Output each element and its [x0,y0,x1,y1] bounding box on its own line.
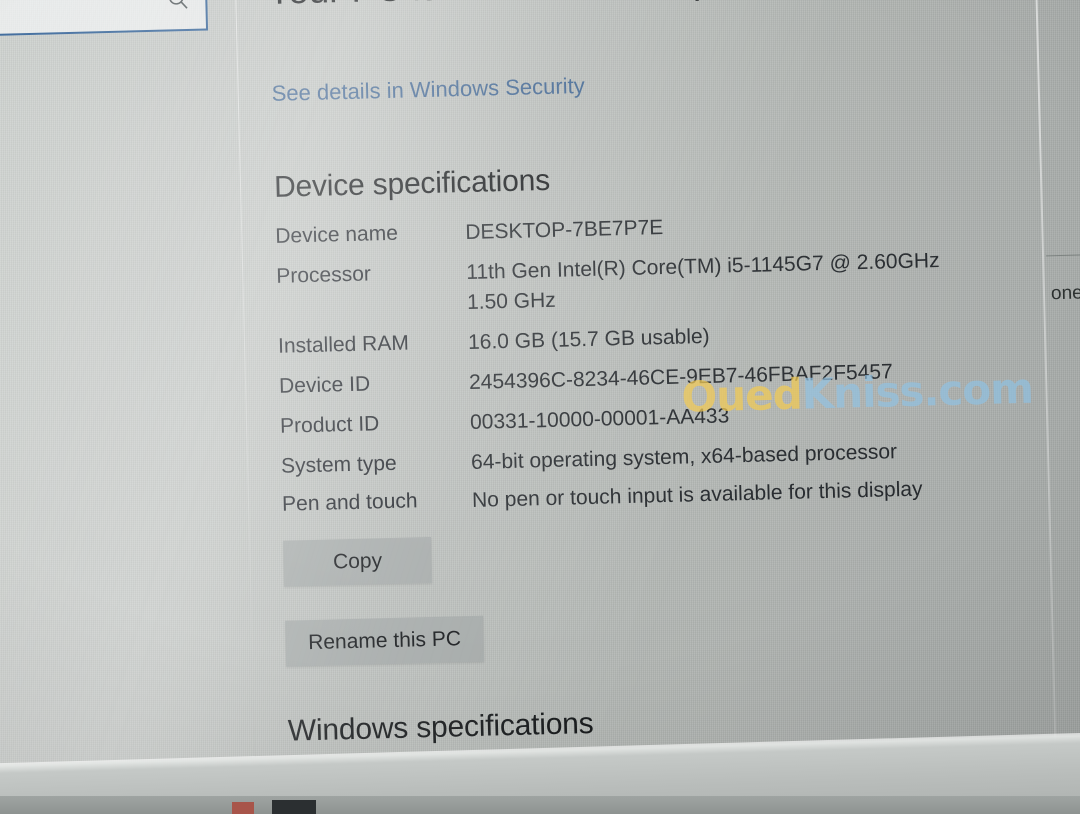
spec-row-edition: Edition Windows 10 Pro [287,753,1048,802]
settings-search-box[interactable] [0,0,209,38]
security-headline: Your PC is monitored and protected. [267,0,856,13]
spec-label: Product ID [279,412,380,438]
spec-value: No pen or touch input is available for t… [471,477,923,512]
spec-label: System type [280,451,397,478]
rename-this-pc-button[interactable]: Rename this PC [285,615,485,667]
nav-separator [234,0,258,814]
spec-value: 11th Gen Intel(R) Core(TM) i5-1145G7 @ 2… [466,249,940,285]
copy-button[interactable]: Copy [283,536,433,587]
spec-value: 2454396C-8234-46CE-9EB7-46FBAF2F5457 [468,360,893,394]
spec-row-product-id: Product ID 00331-10000-00001-AA433 [278,396,1039,445]
spec-row-device-name: Device name DESKTOP-7BE7P7E [273,206,1034,255]
spec-value-line2: 1.50 GHz [466,288,557,315]
windows-security-link[interactable]: See details in Windows Security [271,73,585,107]
spec-label: Processor [276,262,372,288]
spec-label: Edition [288,771,354,796]
spec-value: Windows 10 Pro [462,765,617,793]
device-specifications-title: Device specifications [273,163,551,204]
spec-value: 64-bit operating system, x64-based proce… [470,440,898,474]
spec-value: DESKTOP-7BE7P7E [464,216,664,245]
windows-specifications-title: Windows specifications [287,706,594,748]
spec-value: 16.0 GB (15.7 GB usable) [467,324,710,354]
right-panel-divider [1046,252,1080,257]
photographed-screen: ns ones Your PC is monitored and protect… [0,0,1080,814]
spec-row-processor: Processor 11th Gen Intel(R) Core(TM) i5-… [274,246,1035,314]
spec-label: Installed RAM [277,331,410,358]
search-icon [165,0,192,14]
spec-value: 00331-10000-00001-AA433 [469,404,730,434]
settings-window: ns ones Your PC is monitored and protect… [0,0,1080,814]
spec-label: Device name [275,221,399,248]
spec-row-installed-ram: Installed RAM 16.0 GB (15.7 GB usable) [276,316,1037,365]
related-link-fragment-right[interactable]: ones [1051,282,1080,305]
spec-label: Device ID [278,372,371,398]
spec-label: Pen and touch [281,489,418,516]
spec-row-device-id: Device ID 2454396C-8234-46CE-9EB7-46FBAF… [277,356,1038,405]
